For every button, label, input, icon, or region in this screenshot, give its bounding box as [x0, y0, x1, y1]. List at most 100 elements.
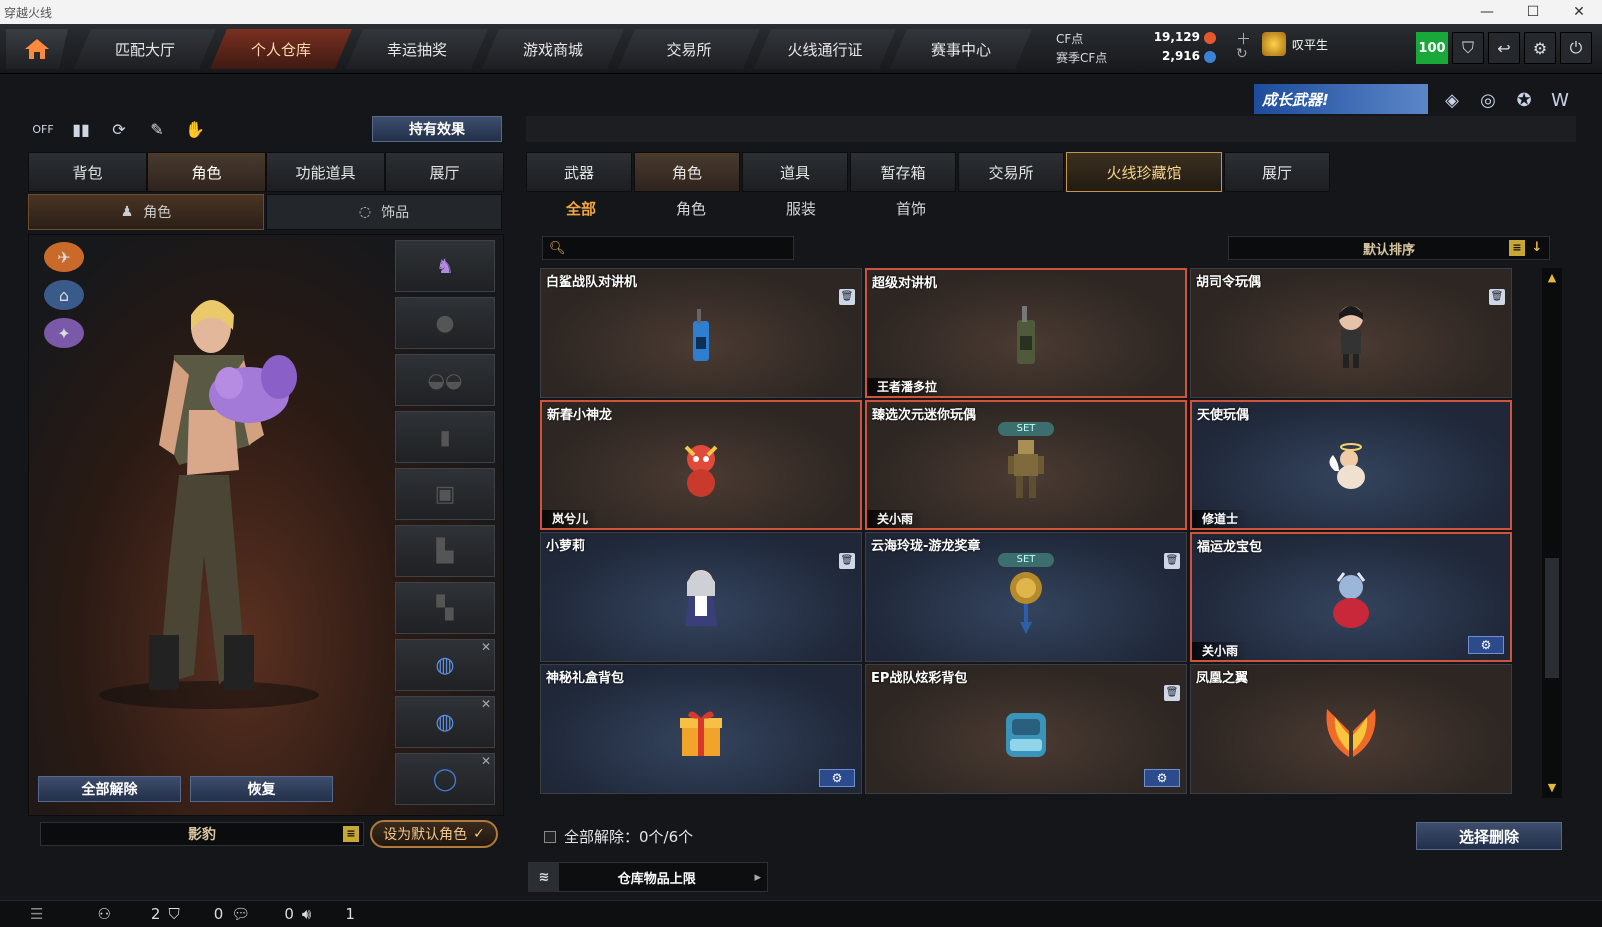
item-card[interactable]: 神秘礼盒背包 ⚙: [540, 664, 862, 794]
item-card[interactable]: 胡司令玩偶 🗑︎: [1190, 268, 1512, 398]
tab-match-hall[interactable]: 匹配大厅: [74, 29, 216, 69]
remove-icon[interactable]: ✕: [481, 697, 491, 711]
item-card[interactable]: 凤凰之翼: [1190, 664, 1512, 794]
tab-collection[interactable]: 火线珍藏馆: [1066, 152, 1222, 192]
trash-icon[interactable]: 🗑︎: [1489, 289, 1505, 305]
rotate-icon[interactable]: ⟳: [106, 116, 132, 142]
sort-order-icon[interactable]: ↓: [1529, 240, 1545, 256]
return-icon[interactable]: ↩: [1488, 32, 1520, 64]
shield-icon[interactable]: ⛉: [1452, 32, 1484, 64]
tab-showroom[interactable]: 展厅: [385, 152, 504, 192]
gear-icon[interactable]: ⚙: [1144, 769, 1180, 787]
clan-icon[interactable]: ⛉: [168, 905, 179, 923]
tab-trade[interactable]: 交易所: [958, 152, 1064, 192]
item-card[interactable]: 白鲨战队对讲机 🗑︎: [540, 268, 862, 398]
role-eagle-icon[interactable]: ✈: [44, 242, 84, 272]
set-default-character-button[interactable]: 设为默认角色 ✓: [370, 820, 498, 848]
slot-bracelet[interactable]: ✕ ◯: [395, 753, 495, 805]
slot-pants[interactable]: ▚: [395, 582, 495, 634]
tab-lucky-draw[interactable]: 幸运抽奖: [346, 29, 488, 69]
list-view-icon[interactable]: ≡: [1509, 240, 1525, 256]
slot-back[interactable]: ▣: [395, 468, 495, 520]
scroll-thumb[interactable]: [1545, 558, 1559, 678]
item-card[interactable]: 天使玩偶 修道士: [1190, 400, 1512, 530]
item-card[interactable]: 臻选次元迷你玩偶 SET 关小雨: [865, 400, 1187, 530]
trash-icon[interactable]: 🗑︎: [1164, 553, 1180, 569]
tab-storage-box[interactable]: 暂存箱: [850, 152, 956, 192]
tab-exchange[interactable]: 交易所: [618, 29, 760, 69]
tab-game-mall[interactable]: 游戏商城: [482, 29, 624, 69]
hand-icon[interactable]: ✋: [182, 116, 208, 142]
capacity-bar[interactable]: ≋ 仓库物品上限 ▸: [528, 862, 768, 892]
search-input[interactable]: [571, 240, 772, 256]
scroll-down-icon[interactable]: ▼: [1544, 780, 1560, 796]
slot-device[interactable]: ▮: [395, 411, 495, 463]
slot-ring-2[interactable]: ✕ ◍: [395, 696, 495, 748]
item-card[interactable]: EP战队炫彩背包 🗑︎ ⚙: [865, 664, 1187, 794]
tab-characters[interactable]: 角色: [634, 152, 740, 192]
toggle-off-icon[interactable]: OFF: [30, 116, 56, 142]
sort-dropdown[interactable]: 默认排序 ≡ ↓: [1228, 236, 1550, 260]
search-box[interactable]: 🔍︎: [542, 236, 794, 260]
pose-icon[interactable]: ✎: [144, 116, 170, 142]
remove-icon[interactable]: ✕: [481, 640, 491, 654]
slot-body[interactable]: ▙: [395, 525, 495, 577]
role-bird-icon[interactable]: ✦: [44, 318, 84, 348]
globe-icon[interactable]: ◎: [1474, 86, 1502, 114]
trash-icon[interactable]: 🗑︎: [1164, 685, 1180, 701]
tab-personal-warehouse[interactable]: 个人仓库: [210, 29, 352, 69]
grid-scrollbar[interactable]: ▲ ▼: [1542, 268, 1562, 798]
tab-items[interactable]: 道具: [742, 152, 848, 192]
expand-arrow-icon[interactable]: ▸: [754, 870, 767, 885]
slot-ring-1[interactable]: ✕ ◍: [395, 639, 495, 691]
volume-icon[interactable]: 🔊︎: [302, 905, 311, 923]
subtab-character[interactable]: ♟ 角色: [28, 194, 264, 230]
gear-icon[interactable]: ⚙: [819, 769, 855, 787]
filter-character[interactable]: 角色: [636, 196, 746, 222]
badge-v-icon[interactable]: ◈: [1438, 86, 1466, 114]
filter-all[interactable]: 全部: [526, 196, 636, 222]
close-icon[interactable]: ✕: [1556, 0, 1602, 24]
remove-icon[interactable]: ✕: [481, 754, 491, 768]
filter-jewelry[interactable]: 首饰: [856, 196, 966, 222]
home-button[interactable]: [6, 29, 68, 69]
tab-functional-items[interactable]: 功能道具: [266, 152, 385, 192]
friends-icon[interactable]: ⚇: [97, 905, 110, 923]
item-card[interactable]: 福运龙宝包 ⚙ 关小雨: [1190, 532, 1512, 662]
slot-pet[interactable]: ♞: [395, 240, 495, 292]
slot-head[interactable]: ●: [395, 297, 495, 349]
tab-character[interactable]: 角色: [147, 152, 266, 192]
menu-icon[interactable]: ☰: [30, 905, 43, 923]
item-card[interactable]: 新春小神龙 岚兮儿: [540, 400, 862, 530]
slot-glasses[interactable]: ◒◒: [395, 354, 495, 406]
minimize-icon[interactable]: —: [1464, 0, 1510, 24]
tab-battle-pass[interactable]: 火线通行证: [754, 29, 896, 69]
stats-icon[interactable]: ▮▮: [68, 116, 94, 142]
trash-icon[interactable]: 🗑︎: [839, 553, 855, 569]
unequip-all-button[interactable]: 全部解除: [38, 776, 181, 802]
unequip-all-status[interactable]: 全部解除：0个/6个: [544, 826, 693, 847]
restore-button[interactable]: 恢复: [190, 776, 333, 802]
tab-weapons[interactable]: 武器: [526, 152, 632, 192]
tab-backpack[interactable]: 背包: [28, 152, 147, 192]
gear-icon[interactable]: ⚙: [1468, 636, 1504, 654]
weapon-growth-banner[interactable]: 成长武器!: [1254, 84, 1428, 114]
list-icon[interactable]: ≡: [343, 826, 359, 842]
role-wing-icon[interactable]: ⌂: [44, 280, 84, 310]
item-card[interactable]: 超级对讲机 王者潘多拉: [865, 268, 1187, 398]
refresh-icon[interactable]: ↻: [1236, 46, 1248, 62]
holding-effect-button[interactable]: 持有效果: [372, 116, 502, 142]
crest-icon[interactable]: ✪: [1510, 86, 1538, 114]
tab-events[interactable]: 赛事中心: [890, 29, 1032, 69]
select-delete-button[interactable]: 选择删除: [1416, 822, 1562, 850]
w-logo-icon[interactable]: W: [1546, 86, 1574, 114]
filter-clothing[interactable]: 服装: [746, 196, 856, 222]
unequip-checkbox[interactable]: [544, 830, 556, 843]
scroll-up-icon[interactable]: ▲: [1544, 270, 1560, 286]
maximize-icon[interactable]: ☐: [1510, 0, 1556, 24]
tab-gallery[interactable]: 展厅: [1224, 152, 1330, 192]
chat-icon[interactable]: 💬︎: [231, 905, 250, 923]
gear-icon[interactable]: ⚙: [1524, 32, 1556, 64]
subtab-accessory[interactable]: ◌ 饰品: [266, 194, 502, 230]
item-card[interactable]: 小萝莉 🗑︎: [540, 532, 862, 662]
